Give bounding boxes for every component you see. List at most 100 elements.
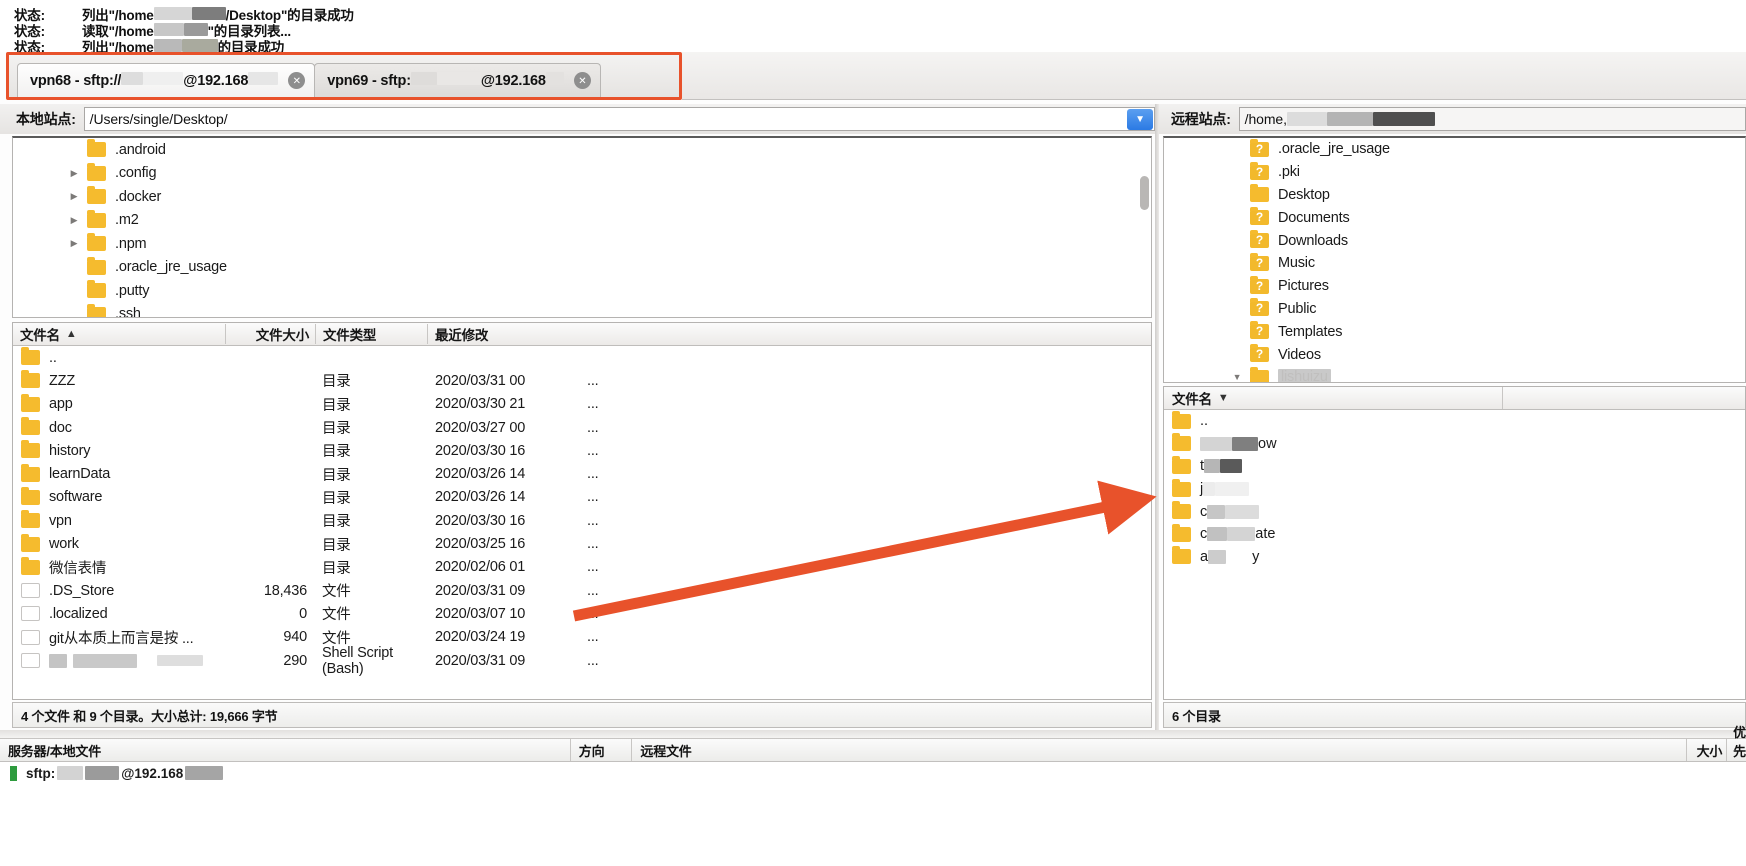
table-row[interactable]: j [1164, 478, 1745, 501]
cell-modified: 2020/02/06 01 [435, 559, 526, 576]
column-header-remote-file[interactable]: 远程文件 [631, 739, 1685, 761]
queue-row[interactable]: sftp: @192.168 [0, 762, 1746, 784]
tree-item[interactable]: ▶Public [1164, 298, 1745, 321]
tree-item[interactable]: ▶Templates [1164, 320, 1745, 343]
expand-arrow-icon[interactable]: ▶ [67, 215, 81, 226]
tree-item[interactable]: ▶.ssh [13, 303, 1151, 317]
table-row[interactable]: ay [1164, 546, 1745, 569]
remote-status-bar: 6 个目录 [1163, 702, 1746, 728]
column-header-filesize[interactable]: 文件大小 [225, 324, 315, 344]
tree-item[interactable]: ▶Pictures [1164, 275, 1745, 298]
column-header-spacer [1502, 387, 1745, 409]
tree-item[interactable]: ▶Downloads [1164, 229, 1745, 252]
vertical-scrollbar-thumb[interactable] [1140, 176, 1149, 210]
table-row[interactable]: learnData 目录 2020/03/26 14 ... [13, 462, 1151, 485]
column-header-modified[interactable]: 最近修改 [427, 324, 577, 344]
table-row[interactable]: 290 Shell Script (Bash) 2020/03/31 09 ..… [13, 645, 1151, 677]
chevron-down-icon[interactable]: ▼ [1127, 109, 1153, 130]
remote-file-list[interactable]: 文件名 ▼ .. ow t j c c ate ay [1163, 386, 1746, 700]
tab-close-icon[interactable] [573, 72, 591, 89]
column-header-priority[interactable]: 优先级 [1726, 725, 1746, 778]
tab-close-icon[interactable] [288, 72, 306, 89]
sort-ascending-icon: ▲ [65, 328, 77, 340]
tab-vpn69[interactable]: vpn69 - sftp: @192.168 [314, 63, 601, 97]
column-header-filetype[interactable]: 文件类型 [315, 324, 427, 344]
table-row[interactable]: c [1164, 500, 1745, 523]
tree-item[interactable]: ▶.putty [13, 279, 1151, 303]
filename-text: work [49, 536, 79, 553]
cell-filename: work [13, 533, 225, 553]
unknown-folder-icon [1250, 252, 1269, 271]
remote-directory-tree[interactable]: ▶.oracle_jre_usage ▶.pki ▶Desktop ▶Docum… [1163, 136, 1746, 383]
local-site-path-input[interactable]: /Users/single/Desktop/ ▼ [83, 107, 1155, 131]
tree-item-label: .android [115, 141, 166, 158]
table-row[interactable]: .localized 0 文件 2020/03/07 10 ... [13, 602, 1151, 625]
column-header-size[interactable]: 大小 [1685, 739, 1727, 761]
remote-site-path-input[interactable]: /home, [1238, 107, 1746, 131]
cell-filetype: 目录 [322, 374, 351, 391]
column-header-label: 文件名 [20, 328, 60, 343]
redaction-block [1286, 112, 1327, 126]
folder-icon [21, 393, 40, 412]
table-row[interactable]: 微信表情 目录 2020/02/06 01 ... [13, 556, 1151, 579]
tree-item[interactable]: ▶ .docker [13, 185, 1151, 209]
filename-text: history [49, 442, 91, 459]
message-log: 状态: 列出"/home/Desktop"的目录成功 状态: 读取"/home "… [0, 0, 1746, 55]
tab-vpn68[interactable]: vpn68 - sftp:// @192.168 [17, 63, 316, 97]
column-header-label: 文件名 [1172, 392, 1212, 407]
column-header-filename[interactable]: 文件名 ▲ [13, 324, 225, 344]
tree-item[interactable]: ▶Desktop [1164, 184, 1745, 207]
tree-item[interactable]: ▶ .config [13, 162, 1151, 186]
table-row[interactable]: c ate [1164, 523, 1745, 546]
table-row[interactable]: history 目录 2020/03/30 16 ... [13, 439, 1151, 462]
table-row[interactable]: git从本质上而言是按 ... 940 文件 2020/03/24 19 ... [13, 626, 1151, 649]
table-row[interactable]: .DS_Store 18,436 文件 2020/03/31 09 ... [13, 579, 1151, 602]
tree-item[interactable]: ▶.pki [1164, 161, 1745, 184]
tree-item-selected[interactable]: ▼ lishuizu [1164, 366, 1745, 382]
tree-item[interactable]: ▶.android [13, 138, 1151, 162]
table-row[interactable]: doc 目录 2020/03/27 00 ... [13, 416, 1151, 439]
cell-modified: 2020/03/31 09 [435, 582, 526, 599]
tree-item[interactable]: ▶ .npm [13, 232, 1151, 256]
redaction-block [143, 72, 184, 85]
folder-icon [87, 256, 106, 275]
filename-text: git从本质上而言是按 ... [49, 630, 194, 647]
table-row[interactable]: t [1164, 455, 1745, 478]
cell-filename: app [13, 393, 225, 412]
filename-text: software [49, 489, 103, 506]
local-directory-tree[interactable]: ▶.android ▶ .config ▶ .docker ▶ .m2 ▶ .npm ▶… [12, 136, 1152, 318]
table-row[interactable]: vpn 目录 2020/03/30 16 ... [13, 509, 1151, 532]
table-row[interactable]: ow [1164, 433, 1745, 456]
cell-modified-ellipsis: ... [587, 652, 599, 669]
transfer-queue-body[interactable]: sftp: @192.168 [0, 762, 1746, 866]
tree-item-label: .pki [1278, 164, 1300, 181]
tree-item[interactable]: ▶Music [1164, 252, 1745, 275]
redaction-block [1220, 459, 1243, 474]
expand-arrow-icon[interactable]: ▶ [67, 238, 81, 249]
tree-item[interactable]: ▶.oracle_jre_usage [1164, 138, 1745, 161]
local-file-list[interactable]: 文件名 ▲ 文件大小 文件类型 最近修改 .. ZZZ 目录 2020/03/3… [12, 322, 1152, 700]
table-row[interactable]: ZZZ 目录 2020/03/31 00 ... [13, 369, 1151, 392]
table-row[interactable]: .. [1164, 410, 1745, 433]
table-row[interactable]: software 目录 2020/03/26 14 ... [13, 486, 1151, 509]
tab-title-start: vpn69 - sftp: [327, 73, 411, 89]
filezilla-window: 状态: 列出"/home/Desktop"的目录成功 状态: 读取"/home "… [0, 0, 1746, 866]
filename-text: .DS_Store [49, 582, 115, 599]
table-row[interactable]: .. [13, 346, 1151, 369]
column-header-server-local-file[interactable]: 服务器/本地文件 [0, 739, 570, 761]
cell-modified: 2020/03/27 00 [435, 419, 526, 436]
expand-arrow-icon[interactable]: ▶ [67, 168, 81, 179]
tree-item[interactable]: ▶Videos [1164, 343, 1745, 366]
redaction-block [1203, 482, 1216, 497]
collapse-arrow-icon[interactable]: ▼ [1230, 372, 1244, 382]
tree-item[interactable]: ▶ .m2 [13, 209, 1151, 233]
column-header-filename[interactable]: 文件名 ▼ [1164, 388, 1502, 408]
folder-icon [21, 510, 40, 529]
table-row[interactable]: work 目录 2020/03/25 16 ... [13, 532, 1151, 555]
filename-text: vpn [49, 512, 72, 529]
tree-item[interactable]: ▶Documents [1164, 206, 1745, 229]
column-header-direction[interactable]: 方向 [569, 739, 632, 761]
table-row[interactable]: app 目录 2020/03/30 21 ... [13, 393, 1151, 416]
expand-arrow-icon[interactable]: ▶ [67, 191, 81, 202]
tree-item[interactable]: ▶.oracle_jre_usage [13, 256, 1151, 280]
